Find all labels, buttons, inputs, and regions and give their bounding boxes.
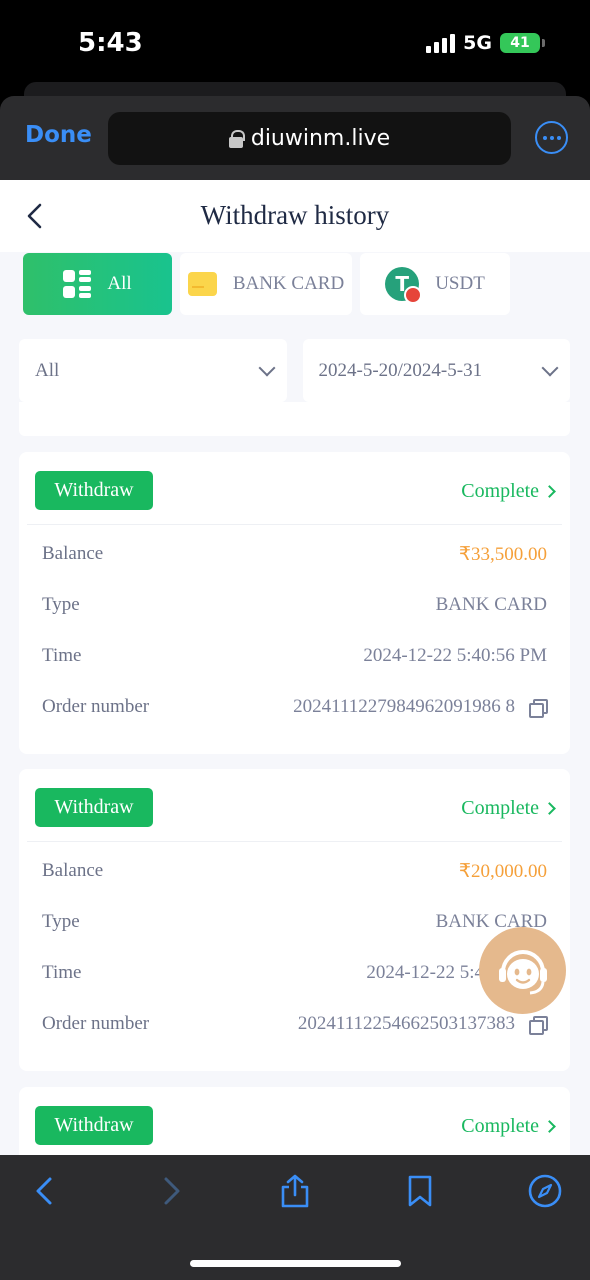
battery-icon: 41 bbox=[500, 33, 545, 53]
type-row: Type BANK CARD bbox=[19, 578, 570, 629]
bank-card-icon bbox=[187, 272, 217, 296]
dot-icon bbox=[556, 135, 561, 140]
done-button[interactable]: Done bbox=[25, 122, 92, 148]
cellular-signal-icon bbox=[426, 33, 456, 53]
network-type: 5G bbox=[463, 32, 492, 54]
tab-bank-card[interactable]: BANK CARD bbox=[180, 253, 352, 315]
status-time: 5:43 bbox=[78, 28, 143, 58]
balance-row: Balance ₹33,500.00 bbox=[19, 527, 570, 578]
type-row: Type BANK CARD bbox=[19, 895, 570, 946]
tab-label: All bbox=[107, 273, 132, 294]
record-status-link[interactable]: Complete bbox=[461, 1115, 556, 1138]
balance-value: ₹33,500.00 bbox=[458, 544, 547, 565]
browser-forward-icon[interactable] bbox=[152, 1173, 188, 1209]
browser-back-icon[interactable] bbox=[28, 1173, 64, 1209]
browser-top-bar: Done diuwinm.live bbox=[0, 96, 590, 180]
home-indicator bbox=[190, 1260, 401, 1267]
record-header: Withdraw Complete bbox=[27, 769, 562, 842]
tab-label: BANK CARD bbox=[232, 273, 345, 294]
balance-row: Balance ₹20,000.00 bbox=[19, 844, 570, 895]
share-icon[interactable] bbox=[277, 1173, 313, 1209]
time-row: Time 2024-12-22 5:40:56 PM bbox=[19, 629, 570, 680]
copy-icon[interactable] bbox=[529, 699, 548, 718]
grid-icon bbox=[63, 270, 92, 298]
tab-bar: All BANK CARD T USDT bbox=[23, 253, 510, 315]
address-bar[interactable]: diuwinm.live bbox=[108, 112, 511, 165]
tab-usdt[interactable]: T USDT bbox=[360, 253, 510, 315]
type-label: Type bbox=[42, 911, 80, 932]
page-title: Withdraw history bbox=[200, 200, 390, 230]
withdraw-badge: Withdraw bbox=[35, 1106, 153, 1145]
order-number-row: Order number 20241112254662503137383 bbox=[19, 997, 570, 1048]
headset-agent-icon bbox=[498, 949, 547, 994]
order-number-row: Order number 2024111227984962091986 8 bbox=[19, 680, 570, 731]
more-options-button[interactable] bbox=[535, 121, 568, 154]
record-status-link[interactable]: Complete bbox=[461, 797, 556, 820]
type-label: Type bbox=[42, 594, 80, 615]
time-value: 2024-12-22 5:40:56 PM bbox=[363, 645, 547, 666]
tab-all[interactable]: All bbox=[23, 253, 172, 315]
withdraw-record-card[interactable]: Withdraw Complete Balance ₹20,000.00 Typ… bbox=[19, 769, 570, 1071]
status-bar: 5:43 5G 41 bbox=[0, 0, 590, 88]
record-status-link[interactable]: Complete bbox=[461, 480, 556, 503]
date-range-value: 2024-5-20/2024-5-31 bbox=[318, 359, 483, 381]
order-number-label: Order number bbox=[42, 1013, 150, 1034]
withdraw-badge: Withdraw bbox=[35, 471, 153, 510]
dot-icon bbox=[542, 135, 547, 140]
chevron-right-icon bbox=[543, 485, 556, 498]
status-text: Complete bbox=[461, 480, 539, 502]
compass-icon[interactable] bbox=[527, 1173, 563, 1209]
withdraw-record-card[interactable]: Withdraw Complete Balance ₹33,500.00 Typ… bbox=[19, 452, 570, 754]
battery-level: 41 bbox=[510, 35, 530, 51]
status-text: Complete bbox=[461, 797, 539, 819]
status-indicators: 5G 41 bbox=[426, 32, 545, 54]
page-header: Withdraw history bbox=[0, 180, 590, 252]
time-label: Time bbox=[42, 962, 82, 983]
time-label: Time bbox=[42, 645, 82, 666]
chevron-right-icon bbox=[543, 1120, 556, 1133]
balance-value: ₹20,000.00 bbox=[458, 861, 547, 882]
record-header: Withdraw Complete bbox=[27, 452, 562, 525]
tab-label: USDT bbox=[435, 273, 485, 294]
chevron-right-icon bbox=[543, 802, 556, 815]
chevron-down-icon bbox=[258, 359, 275, 376]
order-number-label: Order number bbox=[42, 696, 150, 717]
time-value: 2024-12-22 5:4 bbox=[366, 962, 484, 983]
balance-label: Balance bbox=[42, 860, 104, 881]
filter-panel bbox=[19, 402, 570, 436]
status-select[interactable]: All bbox=[19, 339, 287, 402]
chevron-down-icon bbox=[541, 359, 559, 376]
type-value: BANK CARD bbox=[435, 594, 547, 615]
usdt-icon: T bbox=[385, 267, 423, 304]
lock-icon bbox=[228, 129, 245, 148]
status-select-value: All bbox=[35, 359, 60, 381]
order-number-value: 20241112254662503137383 bbox=[297, 1013, 515, 1034]
bookmarks-icon[interactable] bbox=[402, 1173, 438, 1209]
status-text: Complete bbox=[461, 1115, 539, 1137]
balance-label: Balance bbox=[42, 543, 104, 564]
dot-icon bbox=[549, 135, 554, 140]
page-content: Withdraw history All BANK CARD T USDT Al… bbox=[0, 180, 590, 1155]
copy-icon[interactable] bbox=[529, 1016, 548, 1035]
filter-row: All 2024-5-20/2024-5-31 bbox=[19, 339, 570, 402]
customer-support-button[interactable] bbox=[479, 927, 566, 1014]
withdraw-record-card[interactable]: Withdraw Complete bbox=[19, 1087, 570, 1155]
order-number-value: 2024111227984962091986 8 bbox=[293, 696, 515, 717]
withdraw-badge: Withdraw bbox=[35, 788, 153, 827]
date-range-select[interactable]: 2024-5-20/2024-5-31 bbox=[302, 339, 570, 402]
record-header: Withdraw Complete bbox=[27, 1087, 562, 1155]
url-text: diuwinm.live bbox=[250, 126, 391, 151]
